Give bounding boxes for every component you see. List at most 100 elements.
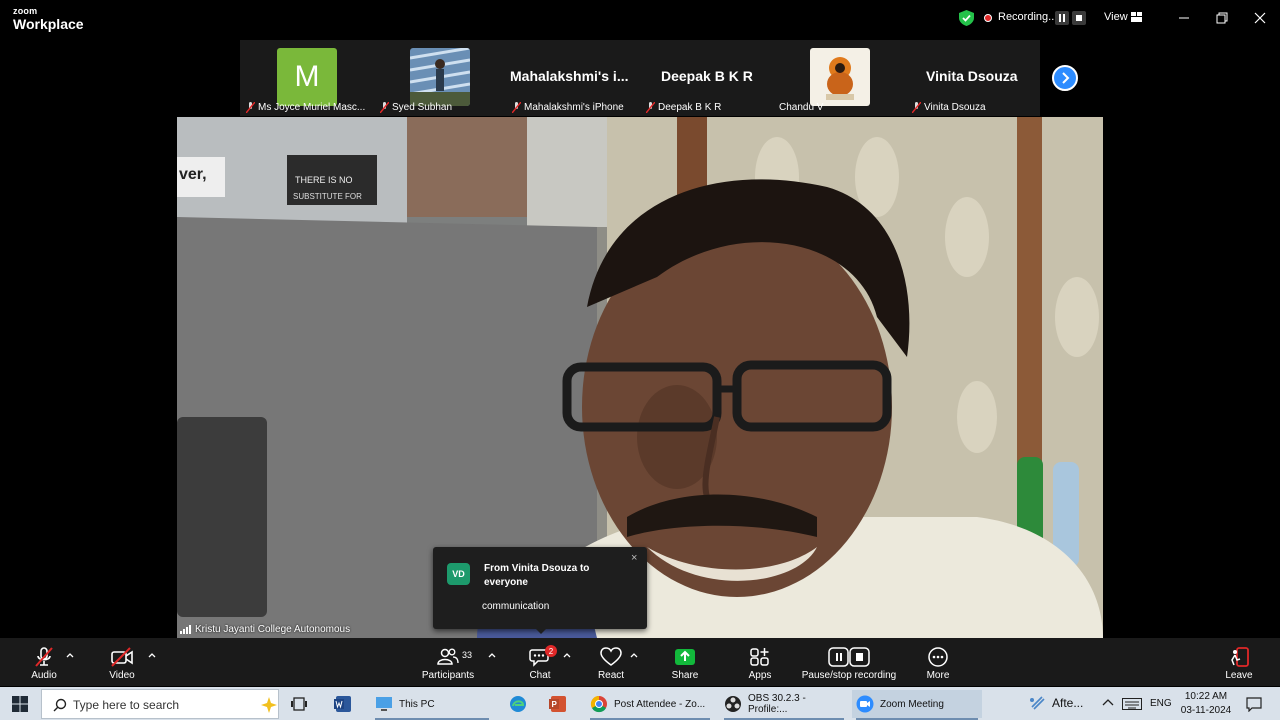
title-bar: zoom Workplace Recording... View	[0, 0, 1280, 38]
video-options-chevron-up-icon[interactable]	[148, 652, 156, 658]
apps-button[interactable]: Apps	[744, 638, 776, 686]
keyboard-icon[interactable]	[1122, 698, 1142, 710]
obs-icon	[725, 696, 741, 712]
participant-tile[interactable]: Syed Subhan	[374, 40, 508, 116]
encryption-shield-icon[interactable]	[959, 10, 974, 26]
poster-text: ver,	[179, 166, 207, 183]
participant-name: Deepak B K R	[646, 102, 721, 113]
weather-label: Afte...	[1052, 696, 1084, 710]
pause-recording-button[interactable]	[1055, 11, 1069, 25]
taskbar-word-app[interactable]	[330, 690, 358, 718]
taskbar-clock[interactable]: 10:22 AM 03-11-2024	[1178, 690, 1234, 718]
participants-count: 33	[462, 650, 473, 660]
taskbar-app-label: OBS 30.2.3 - Profile:...	[748, 693, 806, 715]
next-page-button[interactable]	[1052, 65, 1078, 91]
muted-mic-icon	[246, 102, 255, 113]
participant-name-text: Deepak B K R	[658, 102, 722, 113]
chat-notification[interactable]: VD From Vinita Dsouza to everyone commun…	[433, 547, 647, 634]
taskbar-obs-app[interactable]: OBS 30.2.3 - Profile:...	[720, 690, 848, 720]
participant-tile[interactable]: Mahalakshmi's i... Mahalakshmi's iPhone	[508, 40, 642, 116]
word-icon	[334, 696, 351, 712]
participant-name-text: Syed Subhan	[392, 102, 453, 113]
chat-label: Chat	[529, 670, 551, 681]
chat-notification-title: From Vinita Dsouza to everyone	[484, 563, 590, 588]
participant-name: Syed Subhan	[380, 102, 452, 113]
taskbar-search-input[interactable]: Type here to search	[41, 689, 279, 719]
stop-recording-button[interactable]	[1072, 11, 1086, 25]
input-language[interactable]: ENG	[1150, 698, 1172, 709]
participants-label: Participants	[421, 670, 475, 681]
avatar	[810, 48, 870, 106]
leave-label: Leave	[1225, 670, 1253, 681]
share-button[interactable]: Share	[668, 638, 702, 686]
video-off-icon	[111, 647, 133, 667]
recording-dot-icon	[984, 14, 992, 22]
close-icon[interactable]: ×	[631, 552, 637, 564]
participant-tile[interactable]: Vinita Dsouza Vinita Dsouza	[910, 40, 1044, 116]
windows-start-icon[interactable]	[12, 696, 28, 712]
toast-tail	[535, 628, 547, 634]
taskbar-powerpoint-app[interactable]: P	[545, 690, 573, 718]
search-highlight-icon	[261, 697, 277, 713]
participant-tile[interactable]: M Ms Joyce Muriel Masc...	[240, 40, 374, 116]
participants-options-chevron-up-icon[interactable]	[488, 652, 496, 658]
taskbar-weather[interactable]: Afte...	[1028, 695, 1083, 711]
more-button[interactable]: More	[922, 638, 954, 686]
participant-tile[interactable]: Chandu V	[776, 40, 910, 116]
video-button[interactable]: Video	[106, 638, 138, 686]
participant-name-text: Mahalakshmi's iPhone	[524, 102, 624, 113]
taskbar-zoom-app[interactable]: Zoom Meeting	[852, 690, 982, 720]
taskbar-edge-app[interactable]	[505, 690, 533, 718]
sender-avatar: VD	[447, 563, 470, 585]
react-options-chevron-up-icon[interactable]	[630, 652, 638, 658]
participant-tile[interactable]: Deepak B K R Deepak B K R	[642, 40, 776, 116]
audio-options-chevron-up-icon[interactable]	[66, 652, 74, 658]
restore-button[interactable]	[1212, 8, 1232, 28]
react-button[interactable]: React	[594, 638, 628, 686]
notification-center-icon[interactable]	[1246, 696, 1262, 712]
zoom-logo: zoom Workplace	[13, 6, 84, 32]
search-icon	[53, 698, 67, 712]
recording-label: Recording...	[998, 11, 1058, 23]
taskbar-app-label: Post Attendee - Zo...	[614, 698, 706, 710]
participants-button[interactable]: Participants	[418, 638, 478, 686]
muted-mic-icon	[512, 102, 521, 113]
muted-mic-icon	[646, 102, 655, 113]
task-view-icon[interactable]	[291, 696, 307, 712]
chrome-icon	[590, 695, 607, 713]
brand-small: zoom	[13, 6, 38, 16]
close-button[interactable]	[1250, 8, 1270, 28]
view-button[interactable]: View	[1104, 11, 1128, 23]
taskbar-app-label: This PC	[399, 698, 435, 710]
show-hidden-icons-chevron-up-icon[interactable]	[1102, 697, 1114, 707]
more-options-icon	[928, 647, 948, 667]
muted-mic-icon	[912, 102, 921, 113]
poster-text: SUBSTITUTE FOR	[293, 192, 362, 201]
taskbar-app-label: Zoom Meeting	[880, 698, 944, 710]
grid-view-icon[interactable]	[1131, 12, 1142, 22]
participant-name: Ms Joyce Muriel Masc...	[246, 102, 365, 113]
clock-date: 03-11-2024	[1180, 705, 1232, 716]
pause-stop-icon	[828, 647, 870, 667]
weather-icon	[1030, 696, 1045, 710]
search-placeholder: Type here to search	[73, 698, 180, 712]
brand-big: Workplace	[13, 16, 84, 32]
react-label: React	[597, 670, 625, 681]
leave-button[interactable]: Leave	[1222, 638, 1256, 686]
poster-text: THERE IS NO	[295, 175, 353, 185]
participant-name-text: Ms Joyce Muriel Masc...	[258, 102, 366, 113]
recording-control-label: Pause/stop recording	[801, 670, 897, 681]
minimize-button[interactable]	[1174, 8, 1194, 28]
apps-label: Apps	[748, 670, 772, 681]
more-label: More	[926, 670, 950, 681]
participant-name: Vinita Dsouza	[912, 102, 986, 113]
pause-stop-recording-button[interactable]: Pause/stop recording	[798, 638, 900, 686]
participant-big-name: Mahalakshmi's i...	[510, 68, 629, 84]
participant-name-text: Chandu V	[779, 102, 824, 113]
taskbar-chrome-app[interactable]: Post Attendee - Zo...	[586, 690, 714, 720]
chat-options-chevron-up-icon[interactable]	[563, 652, 571, 658]
zoom-icon	[856, 695, 874, 713]
clock-time: 10:22 AM	[1184, 691, 1228, 702]
audio-button[interactable]: Audio	[28, 638, 60, 686]
taskbar-this-pc-app[interactable]: This PC	[371, 690, 493, 720]
